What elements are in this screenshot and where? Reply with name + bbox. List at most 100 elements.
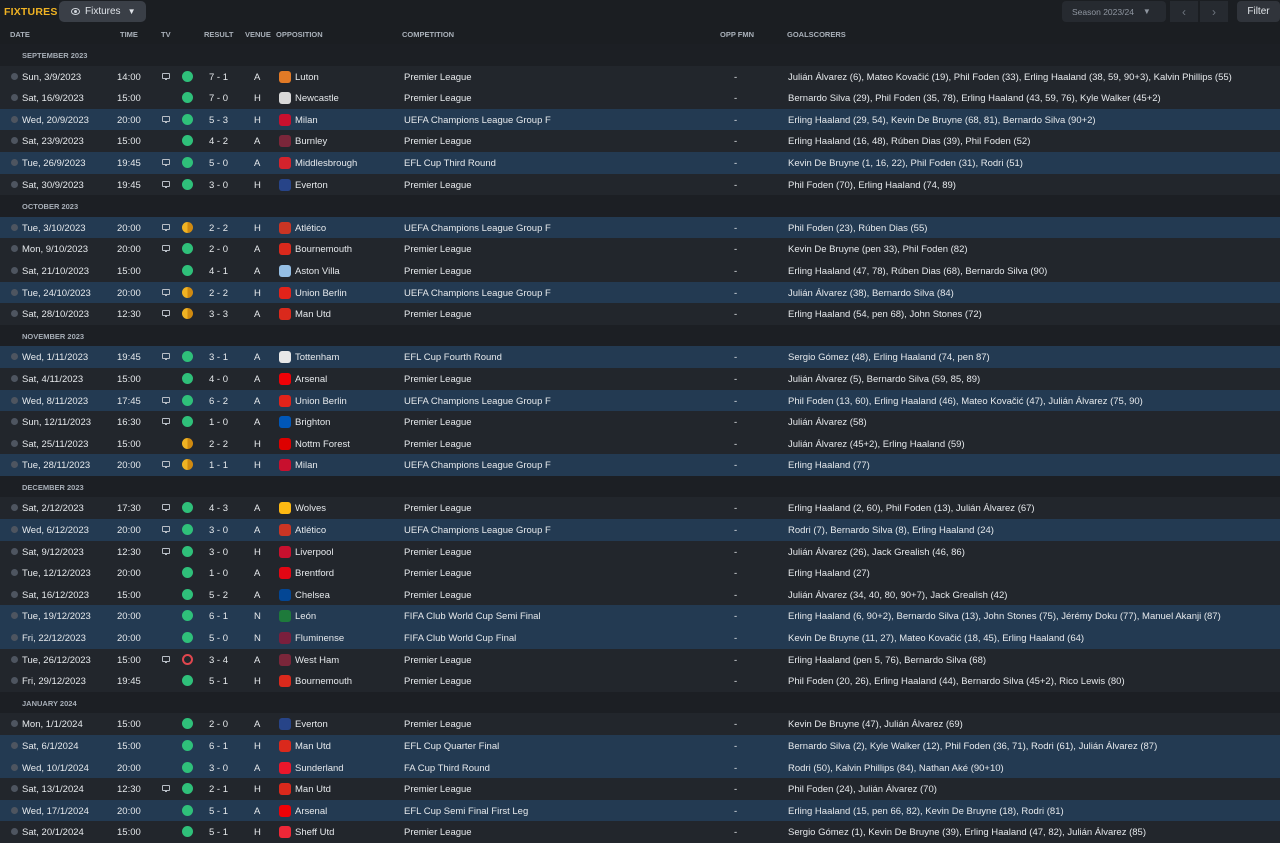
fixture-result[interactable]: 3 - 0: [209, 547, 228, 558]
fixture-row[interactable]: Sat, 25/11/2023 15:00 2 - 2 H Nottm Forest Pr…: [0, 432, 1280, 455]
filter-button[interactable]: Filter: [1237, 1, 1280, 22]
fixture-opposition[interactable]: Everton: [295, 719, 328, 730]
fixture-opposition[interactable]: Newcastle: [295, 93, 339, 104]
fixture-result[interactable]: 6 - 2: [209, 396, 228, 407]
fixture-competition[interactable]: FIFA Club World Cup Semi Final: [404, 611, 541, 622]
fixture-result[interactable]: 5 - 0: [209, 158, 228, 169]
fixture-result[interactable]: 3 - 4: [209, 655, 228, 666]
fixture-opposition[interactable]: León: [295, 611, 316, 622]
column-header-time[interactable]: TIME: [120, 30, 138, 39]
fixture-row[interactable]: Sat, 13/1/2024 12:30 2 - 1 H Man Utd Premier …: [0, 778, 1280, 800]
club-crest-icon[interactable]: [279, 653, 291, 666]
column-header-goalscorers[interactable]: GOALSCORERS: [787, 30, 846, 39]
fixture-row[interactable]: Mon, 9/10/2023 20:00 2 - 0 A Bournemouth Prem…: [0, 238, 1280, 260]
club-crest-icon[interactable]: [279, 761, 291, 774]
fixture-row[interactable]: Sat, 28/10/2023 12:30 3 - 3 A Man Utd Premier…: [0, 303, 1280, 325]
fixture-competition[interactable]: UEFA Champions League Group F: [404, 288, 551, 299]
club-crest-icon[interactable]: [279, 416, 291, 429]
club-crest-icon[interactable]: [279, 783, 291, 796]
club-crest-icon[interactable]: [279, 308, 291, 321]
fixture-result[interactable]: 5 - 3: [209, 115, 228, 126]
fixture-opposition[interactable]: Luton: [295, 72, 319, 83]
fixture-competition[interactable]: Premier League: [404, 439, 472, 450]
fixture-competition[interactable]: Premier League: [404, 655, 472, 666]
fixture-competition[interactable]: Premier League: [404, 93, 472, 104]
fixture-opposition[interactable]: Aston Villa: [295, 266, 340, 277]
fixture-result[interactable]: 5 - 1: [209, 806, 228, 817]
club-crest-icon[interactable]: [279, 221, 291, 234]
fixture-competition[interactable]: EFL Cup Third Round: [404, 158, 496, 169]
club-crest-icon[interactable]: [279, 545, 291, 558]
club-crest-icon[interactable]: [279, 156, 291, 169]
fixture-result[interactable]: 3 - 0: [209, 763, 228, 774]
fixture-result[interactable]: 1 - 1: [209, 460, 228, 471]
column-header-date[interactable]: DATE: [10, 30, 30, 39]
fixture-competition[interactable]: Premier League: [404, 784, 472, 795]
fixture-competition[interactable]: Premier League: [404, 266, 472, 277]
fixture-competition[interactable]: Premier League: [404, 72, 472, 83]
fixture-row[interactable]: Tue, 24/10/2023 20:00 2 - 2 H Union Berlin UE…: [0, 281, 1280, 304]
next-button[interactable]: ›: [1200, 1, 1228, 22]
fixture-result[interactable]: 4 - 0: [209, 374, 228, 385]
club-crest-icon[interactable]: [279, 372, 291, 385]
fixture-competition[interactable]: EFL Cup Quarter Final: [404, 741, 499, 752]
column-header-opp-fmn[interactable]: OPP FMN: [720, 30, 754, 39]
fixture-result[interactable]: 4 - 3: [209, 503, 228, 514]
club-crest-icon[interactable]: [279, 524, 291, 537]
fixture-opposition[interactable]: Milan: [295, 460, 318, 471]
fixture-row[interactable]: Wed, 20/9/2023 20:00 5 - 3 H Milan UEFA Champ…: [0, 108, 1280, 131]
fixture-row[interactable]: Wed, 17/1/2024 20:00 5 - 1 A Arsenal EFL Cup …: [0, 799, 1280, 822]
fixture-competition[interactable]: Premier League: [404, 374, 472, 385]
fixture-opposition[interactable]: Sunderland: [295, 763, 344, 774]
fixture-row[interactable]: Fri, 22/12/2023 20:00 5 - 0 N Fluminense FIFA…: [0, 627, 1280, 649]
club-crest-icon[interactable]: [279, 610, 291, 623]
fixture-result[interactable]: 2 - 2: [209, 288, 228, 299]
fixture-opposition[interactable]: Liverpool: [295, 547, 334, 558]
club-crest-icon[interactable]: [279, 178, 291, 191]
club-crest-icon[interactable]: [279, 740, 291, 752]
fixture-row[interactable]: Tue, 3/10/2023 20:00 2 - 2 H Atlético UEFA Ch…: [0, 216, 1280, 239]
fixture-opposition[interactable]: Bournemouth: [295, 676, 352, 687]
fixture-opposition[interactable]: Bournemouth: [295, 244, 352, 255]
fixture-competition[interactable]: UEFA Champions League Group F: [404, 115, 551, 126]
column-header-tv[interactable]: TV: [161, 30, 171, 39]
fixture-competition[interactable]: Premier League: [404, 719, 472, 730]
fixture-competition[interactable]: EFL Cup Semi Final First Leg: [404, 806, 528, 817]
view-dropdown[interactable]: Fixtures ▼: [59, 1, 146, 22]
fixture-row[interactable]: Fri, 29/12/2023 19:45 5 - 1 H Bournemouth Pre…: [0, 670, 1280, 692]
club-crest-icon[interactable]: [279, 718, 291, 731]
fixture-opposition[interactable]: Union Berlin: [295, 396, 347, 407]
fixture-competition[interactable]: Premier League: [404, 568, 472, 579]
fixture-competition[interactable]: Premier League: [404, 309, 472, 320]
fixture-row[interactable]: Sun, 3/9/2023 14:00 7 - 1 A Luton Premier Lea…: [0, 65, 1280, 88]
fixture-result[interactable]: 7 - 0: [209, 93, 228, 104]
fixture-row[interactable]: Mon, 1/1/2024 15:00 2 - 0 A Everton Premier L…: [0, 713, 1280, 735]
fixture-result[interactable]: 5 - 0: [209, 633, 228, 644]
fixture-result[interactable]: 2 - 2: [209, 223, 228, 234]
club-crest-icon[interactable]: [279, 113, 291, 126]
fixture-row[interactable]: Wed, 1/11/2023 19:45 3 - 1 A Tottenham EFL Cu…: [0, 346, 1280, 368]
fixture-row[interactable]: Tue, 12/12/2023 20:00 1 - 0 A Brentford Premi…: [0, 562, 1280, 584]
club-crest-icon[interactable]: [279, 588, 291, 601]
fixture-competition[interactable]: UEFA Champions League Group F: [404, 396, 551, 407]
fixture-row[interactable]: Sat, 20/1/2024 15:00 5 - 1 H Sheff Utd Premie…: [0, 821, 1280, 843]
fixture-opposition[interactable]: Wolves: [295, 503, 326, 514]
fixture-opposition[interactable]: Arsenal: [295, 806, 327, 817]
fixture-result[interactable]: 6 - 1: [209, 741, 228, 752]
column-header-result[interactable]: RESULT: [204, 30, 233, 39]
fixture-opposition[interactable]: Brighton: [295, 417, 330, 428]
fixture-competition[interactable]: FA Cup Third Round: [404, 763, 490, 774]
fixture-opposition[interactable]: Union Berlin: [295, 288, 347, 299]
fixture-result[interactable]: 6 - 1: [209, 611, 228, 622]
fixture-competition[interactable]: Premier League: [404, 547, 472, 558]
fixture-row[interactable]: Sat, 23/9/2023 15:00 4 - 2 A Burnley Premier …: [0, 130, 1280, 152]
fixture-result[interactable]: 5 - 2: [209, 590, 228, 601]
fixture-result[interactable]: 2 - 2: [209, 439, 228, 450]
fixture-opposition[interactable]: Brentford: [295, 568, 334, 579]
fixture-competition[interactable]: Premier League: [404, 417, 472, 428]
fixture-row[interactable]: Sat, 4/11/2023 15:00 4 - 0 A Arsenal Premier …: [0, 367, 1280, 390]
fixture-opposition[interactable]: Atlético: [295, 525, 326, 536]
fixture-competition[interactable]: Premier League: [404, 503, 472, 514]
fixture-opposition[interactable]: Milan: [295, 115, 318, 126]
fixture-row[interactable]: Sat, 21/10/2023 15:00 4 - 1 A Aston Villa Pre…: [0, 259, 1280, 282]
